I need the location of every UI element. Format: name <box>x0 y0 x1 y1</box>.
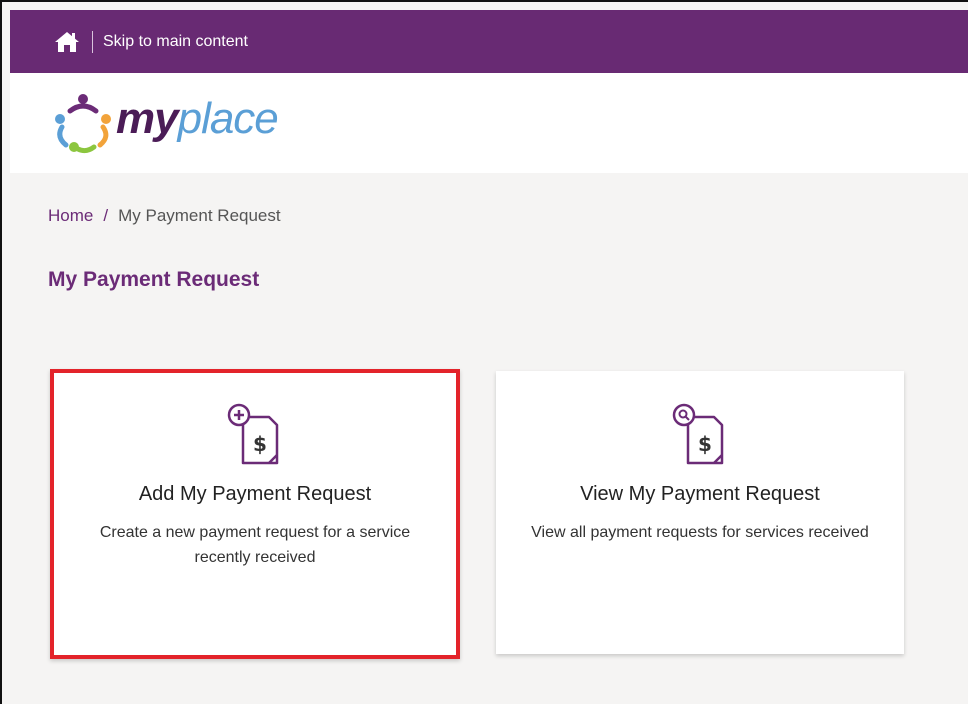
svg-text:$: $ <box>253 432 267 456</box>
top-bar: Skip to main content <box>10 10 968 73</box>
add-payment-request-card[interactable]: $ Add My Payment Request Create a new pa… <box>50 369 460 659</box>
breadcrumb-home-link[interactable]: Home <box>48 206 93 226</box>
svg-text:$: $ <box>698 432 712 456</box>
skip-to-main-content-link[interactable]: Skip to main content <box>103 33 248 51</box>
view-payment-request-card[interactable]: $ View My Payment Request View all payme… <box>496 371 904 654</box>
view-payment-document-icon: $ <box>670 403 730 469</box>
breadcrumb-separator: / <box>103 206 109 225</box>
add-payment-request-title: Add My Payment Request <box>138 483 372 505</box>
view-payment-request-title: View My Payment Request <box>580 483 820 505</box>
myplace-logo-text: myplace <box>116 94 279 144</box>
add-payment-request-description: Create a new payment request for a servi… <box>99 524 411 566</box>
breadcrumb: Home / My Payment Request <box>48 206 281 226</box>
home-icon[interactable] <box>54 31 80 53</box>
add-payment-document-icon: $ <box>225 403 285 469</box>
main-content: Home / My Payment Request My Payment Req… <box>10 173 968 704</box>
breadcrumb-current: My Payment Request <box>118 206 281 225</box>
app-frame: Skip to main content myplace Home / My P… <box>0 0 968 704</box>
logo-bar: myplace <box>10 73 968 173</box>
top-bar-divider <box>92 30 93 53</box>
myplace-logo-icon[interactable] <box>48 91 118 155</box>
page-title: My Payment Request <box>48 268 260 291</box>
logo-text-my: my <box>116 94 179 143</box>
view-payment-request-description: View all payment requests for services r… <box>531 524 869 541</box>
logo-text-place: place <box>177 94 279 143</box>
